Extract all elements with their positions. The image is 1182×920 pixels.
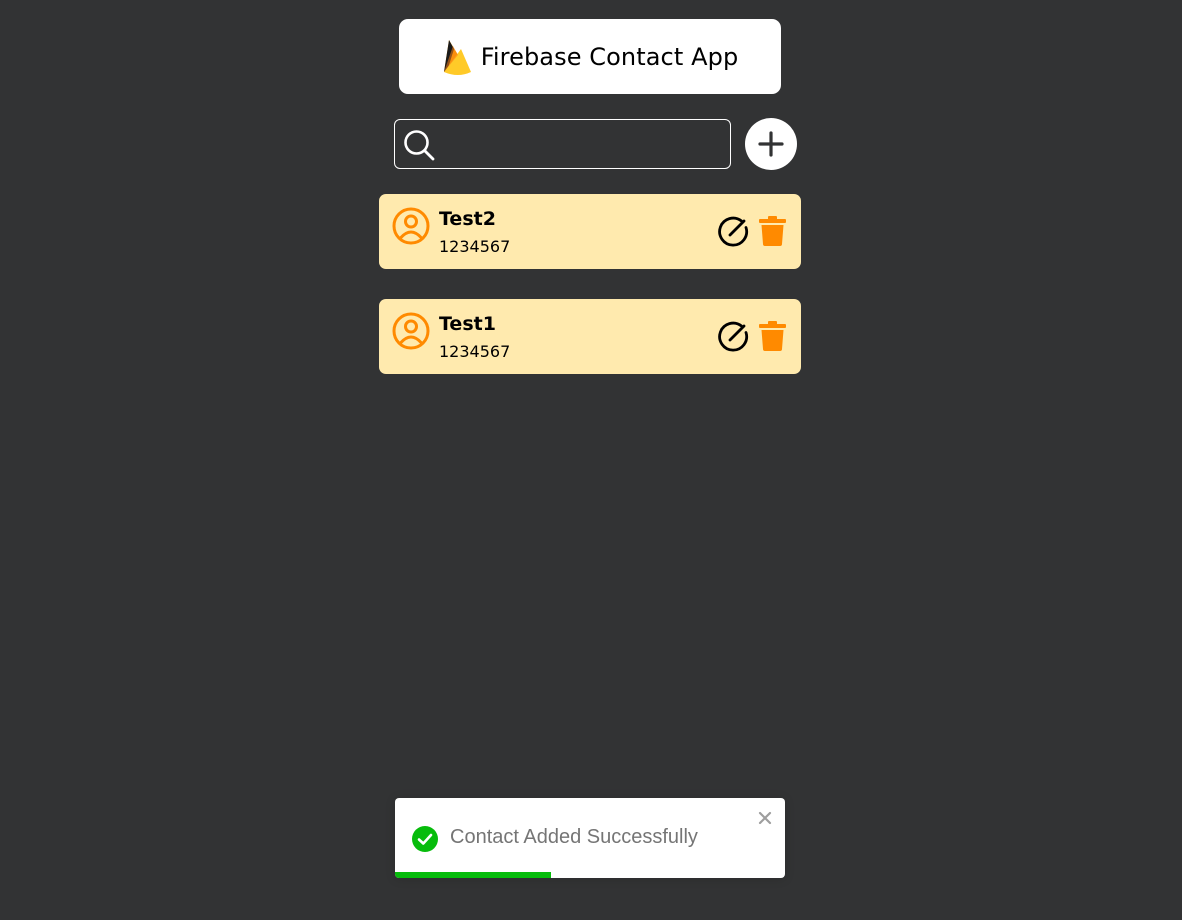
contact-card: Test2 1234567	[379, 194, 801, 269]
contact-name: Test2	[439, 208, 496, 230]
add-contact-button[interactable]	[745, 118, 797, 170]
contact-phone: 1234567	[439, 237, 511, 256]
toast-message: Contact Added Successfully	[450, 826, 698, 848]
close-icon[interactable]	[757, 810, 773, 826]
plus-icon	[758, 131, 784, 157]
search-input[interactable]	[443, 120, 727, 170]
toast-progress-bar	[395, 872, 551, 878]
check-circle-icon	[412, 826, 438, 852]
search-box[interactable]	[394, 119, 731, 170]
contact-card: Test1 1234567	[379, 299, 801, 374]
trash-icon[interactable]	[759, 216, 786, 246]
edit-icon[interactable]	[718, 320, 750, 352]
edit-icon[interactable]	[718, 215, 750, 247]
toast-notification: Contact Added Successfully	[395, 798, 785, 878]
user-circle-icon	[392, 207, 430, 245]
contact-name: Test1	[439, 313, 496, 335]
firebase-flame-icon	[443, 39, 471, 75]
contact-phone: 1234567	[439, 342, 511, 361]
search-icon	[404, 130, 435, 161]
app-title: Firebase Contact App	[480, 42, 739, 71]
user-circle-icon	[392, 312, 430, 350]
app-header: Firebase Contact App	[399, 19, 781, 94]
trash-icon[interactable]	[759, 321, 786, 351]
